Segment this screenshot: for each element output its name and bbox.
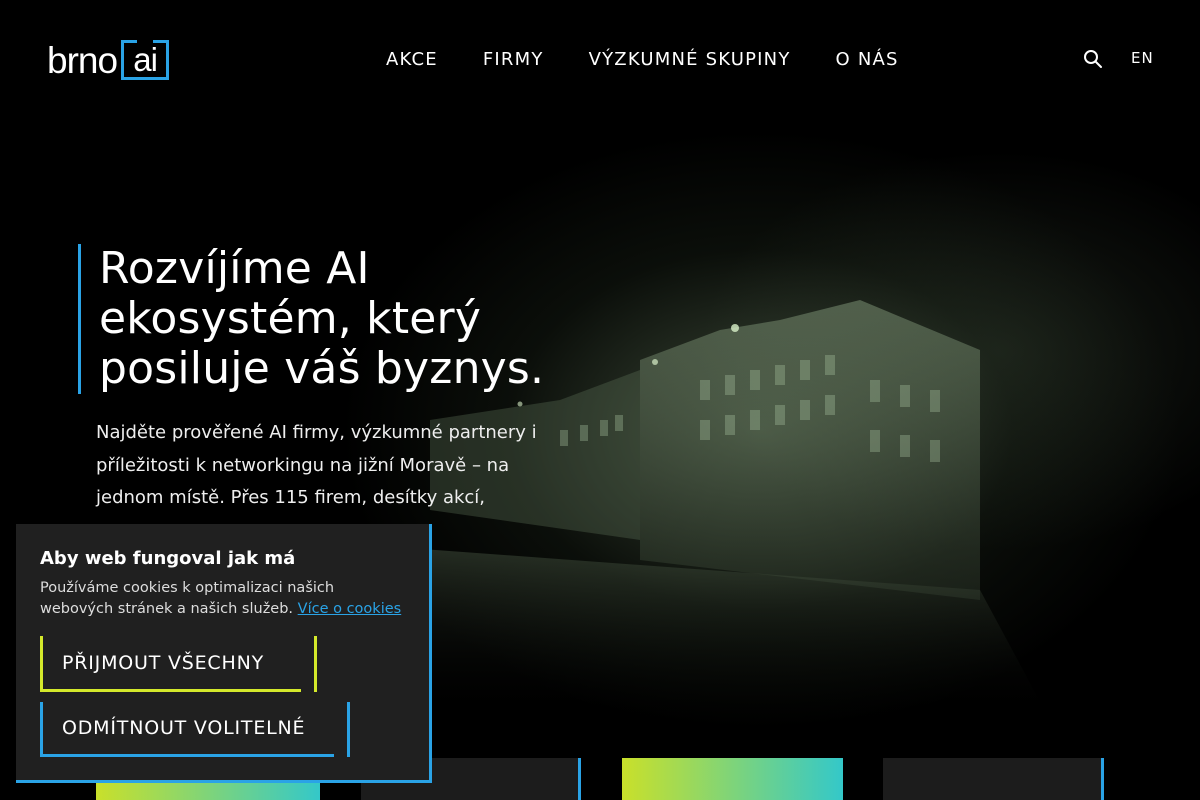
cookie-info-link[interactable]: Více o cookies: [298, 601, 402, 617]
cookie-dialog-text: Používáme cookies k optimalizaci našich …: [40, 578, 410, 620]
language-switch[interactable]: EN: [1131, 49, 1154, 67]
site-header: brno ai AKCE FIRMY VÝZKUMNÉ SKUPINY O NÁ…: [0, 0, 1200, 120]
logo-box: ai: [121, 40, 170, 80]
brno-ai-logo[interactable]: brno ai: [47, 38, 170, 82]
nav-item-vyzkumne-skupiny[interactable]: VÝZKUMNÉ SKUPINY: [589, 48, 791, 72]
hero-description: Najděte prověřené AI firmy, výzkumné par…: [96, 422, 537, 508]
feature-card-3[interactable]: [622, 758, 843, 800]
search-icon: [1084, 50, 1102, 68]
nav-item-firmy[interactable]: FIRMY: [483, 48, 544, 72]
cookie-dialog-title: Aby web fungoval jak má: [40, 548, 296, 569]
reject-optional-cookies-button[interactable]: ODMÍTNOUT VOLITELNÉ: [40, 702, 350, 757]
hero-title: Rozvíjíme AI ekosystém, který posiluje v…: [99, 243, 545, 394]
logo-text: brno: [47, 39, 118, 81]
cookie-consent-dialog: Aby web fungoval jak má Používáme cookie…: [16, 524, 432, 783]
accept-all-cookies-button[interactable]: PŘIJMOUT VŠECHNY: [40, 636, 317, 692]
page: brno ai AKCE FIRMY VÝZKUMNÉ SKUPINY O NÁ…: [0, 0, 1200, 800]
search-button[interactable]: [1083, 49, 1105, 71]
main-navigation: AKCE FIRMY VÝZKUMNÉ SKUPINY O NÁS: [386, 48, 899, 72]
nav-item-akce[interactable]: AKCE: [386, 48, 438, 72]
logo-ai-text: ai: [133, 40, 158, 78]
feature-card-4[interactable]: [883, 758, 1104, 800]
nav-item-o-nas[interactable]: O NÁS: [836, 48, 899, 72]
hero-title-block: Rozvíjíme AI ekosystém, který posiluje v…: [78, 244, 598, 394]
cookie-text-body: Používáme cookies k optimalizaci našich …: [40, 580, 335, 617]
